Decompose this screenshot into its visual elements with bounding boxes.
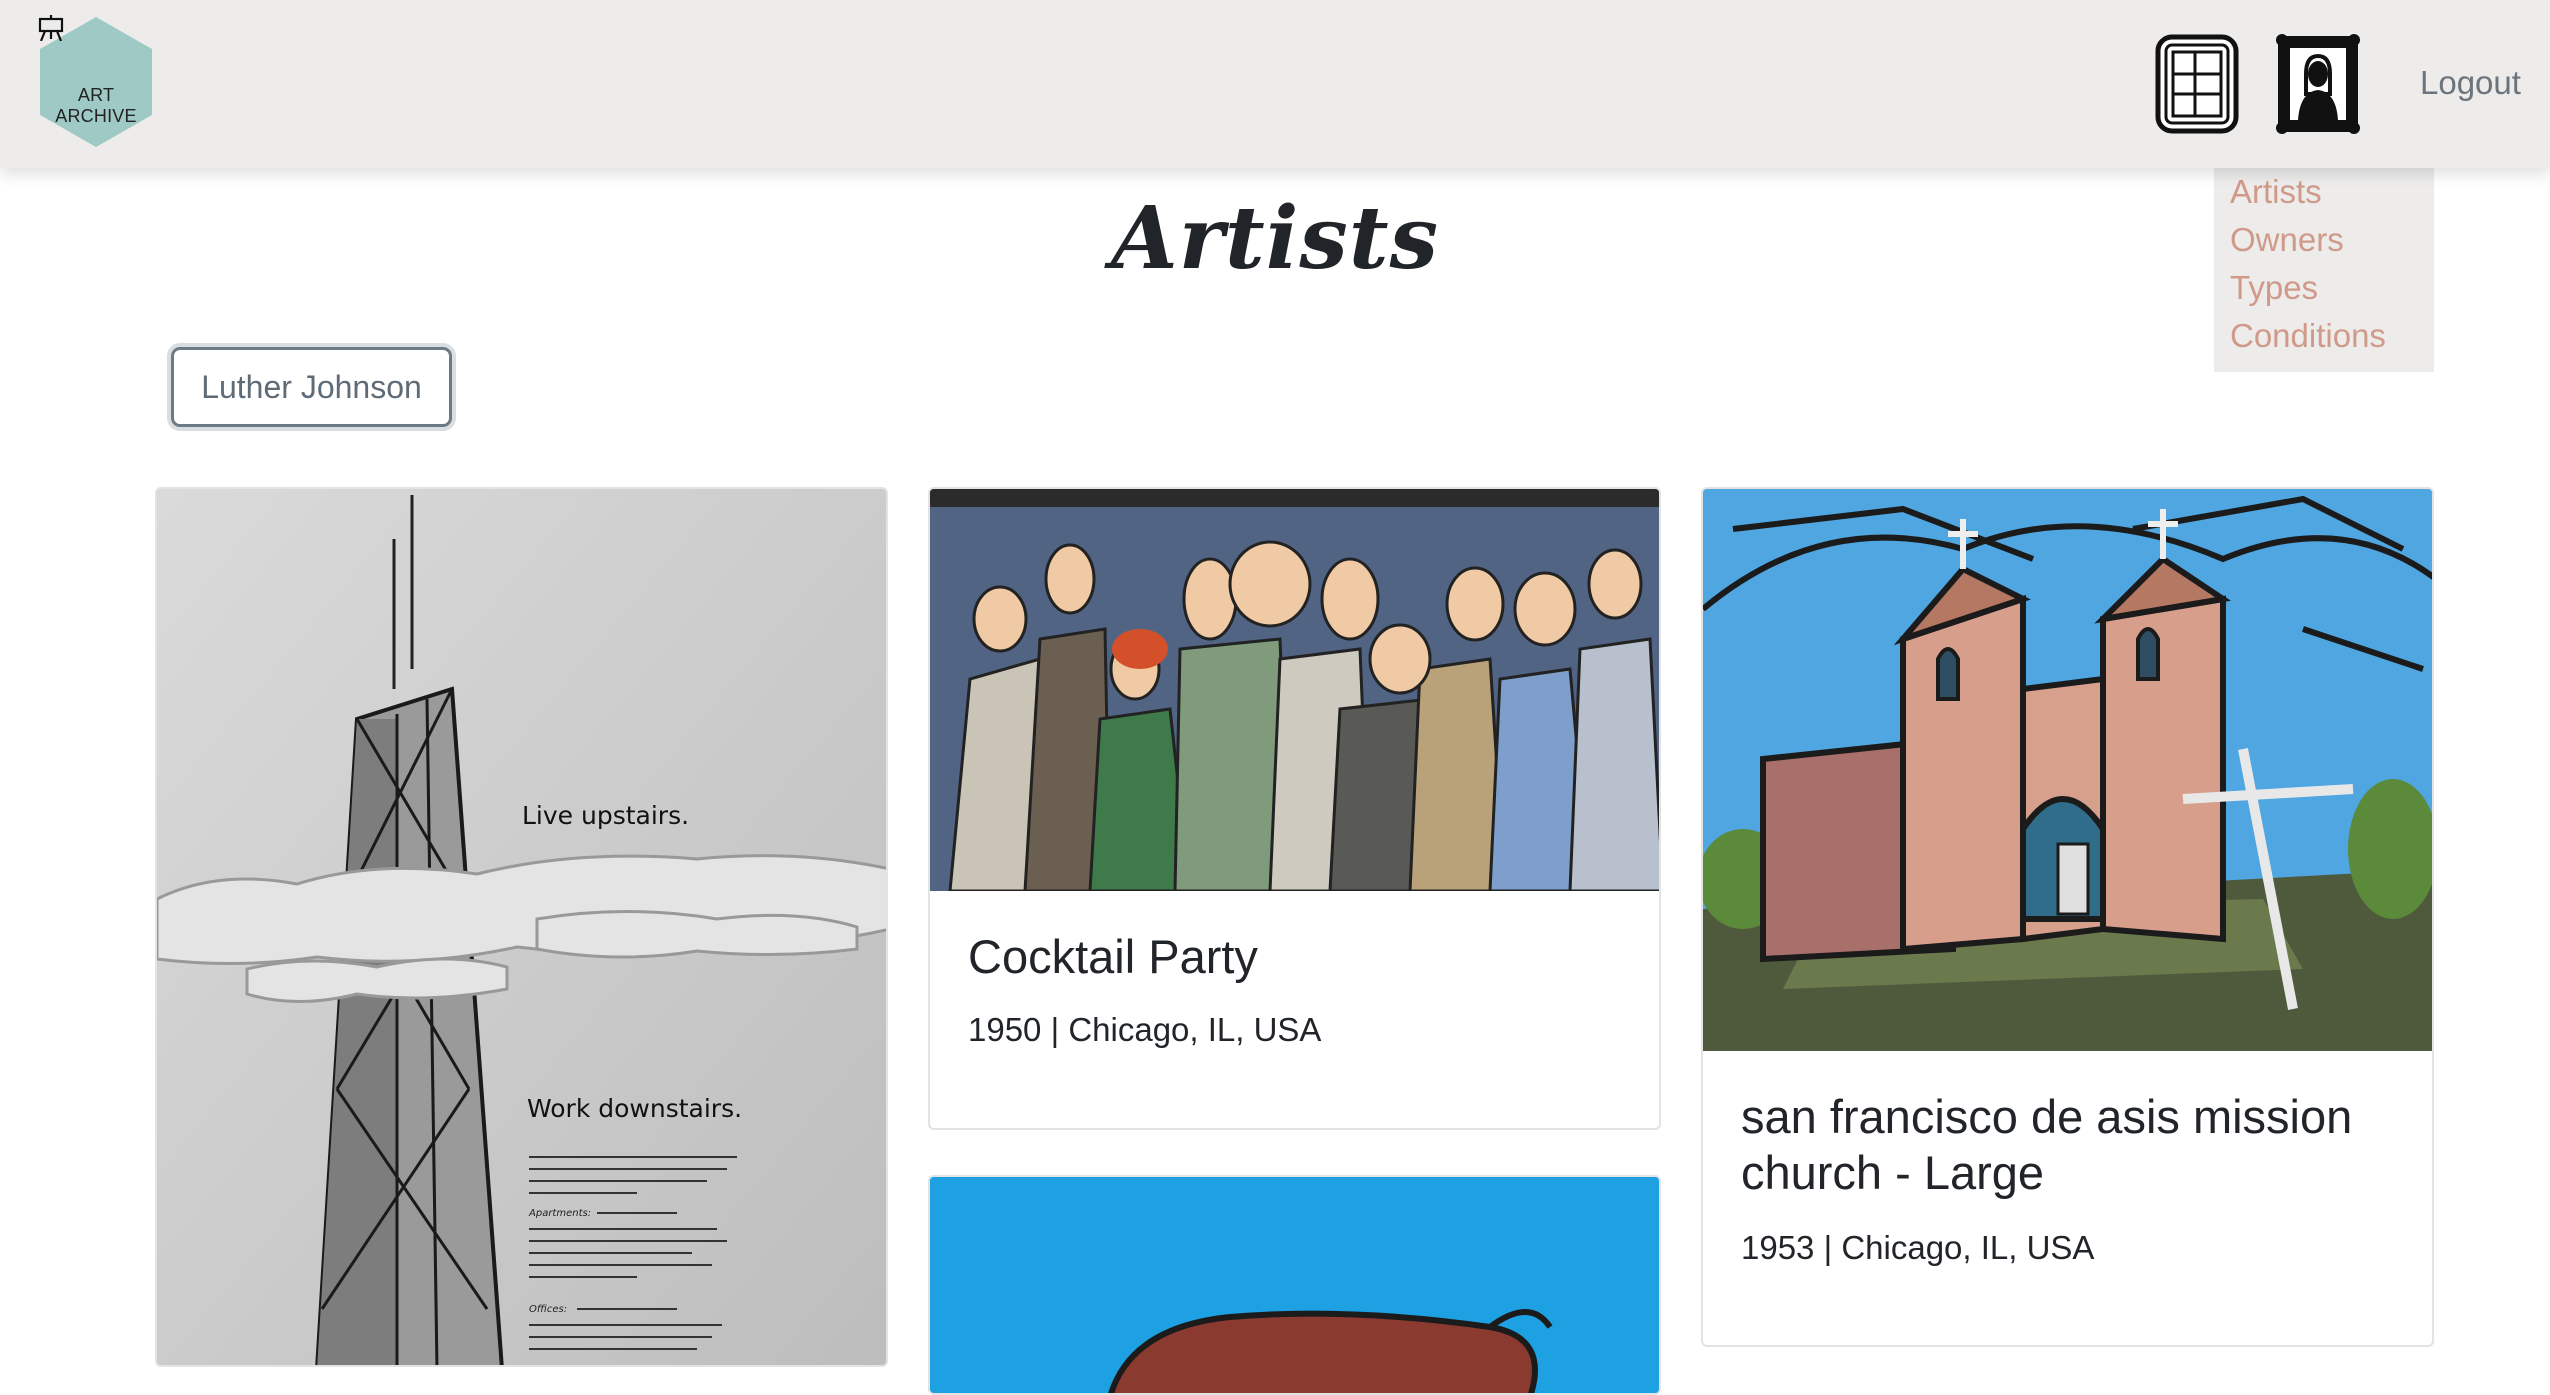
nav-dropdown-menu: Artists Owners Types Conditions: [2214, 168, 2434, 372]
menu-item-artists[interactable]: Artists: [2214, 168, 2434, 216]
artwork-image: [930, 1177, 1659, 1393]
artworks-frame-icon[interactable]: [2155, 34, 2239, 134]
image-caption-offices: Offices:: [529, 1304, 567, 1315]
menu-item-conditions[interactable]: Conditions: [2214, 312, 2434, 360]
artwork-image: Live upstairs. Work downstairs. Apartmen…: [157, 489, 886, 1365]
artwork-title: san francisco de asis mission church - L…: [1741, 1090, 2353, 1199]
artwork-meta: 1950 | Chicago, IL, USA: [968, 1011, 1322, 1048]
menu-item-types[interactable]: Types: [2214, 264, 2434, 312]
artist-filter-button[interactable]: Luther Johnson: [171, 347, 452, 427]
artwork-card[interactable]: san francisco de asis mission church - L…: [1701, 487, 2434, 1347]
artwork-image: [1703, 489, 2432, 1051]
artwork-image: [930, 489, 1659, 891]
artwork-card[interactable]: Live upstairs. Work downstairs. Apartmen…: [155, 487, 888, 1367]
art-archive-logo[interactable]: ART ARCHIVE: [36, 15, 156, 149]
artwork-meta: 1953 | Chicago, IL, USA: [1741, 1229, 2095, 1266]
image-caption-downstairs: Work downstairs.: [527, 1094, 742, 1123]
easel-icon: [38, 15, 64, 41]
page-title: Artists: [1111, 188, 1439, 289]
portrait-frame-icon[interactable]: [2276, 34, 2360, 134]
artwork-title: Cocktail Party: [968, 930, 1258, 983]
menu-item-owners[interactable]: Owners: [2214, 216, 2434, 264]
artwork-card[interactable]: Cocktail Party 1950 | Chicago, IL, USA: [928, 487, 1661, 1130]
image-caption-apartments: Apartments:: [528, 1208, 591, 1219]
image-caption-upstairs: Live upstairs.: [522, 801, 689, 830]
logout-link[interactable]: Logout: [2420, 64, 2521, 102]
navbar: ART ARCHIVE Logout: [0, 0, 2550, 168]
logo-label: ART ARCHIVE: [55, 85, 137, 126]
artwork-card[interactable]: [928, 1175, 1661, 1395]
